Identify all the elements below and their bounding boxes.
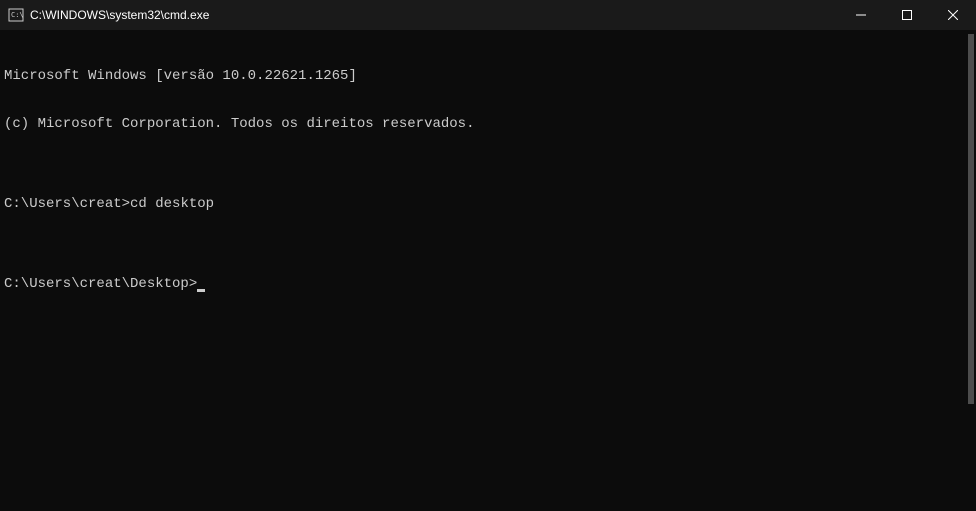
vertical-scrollbar[interactable] [968, 34, 974, 404]
terminal-prompt: C:\Users\creat\Desktop> [4, 276, 197, 292]
maximize-button[interactable] [884, 0, 930, 30]
cursor [197, 289, 205, 292]
terminal-prompt-line: C:\Users\creat>cd desktop [4, 196, 972, 212]
close-button[interactable] [930, 0, 976, 30]
window-title: C:\WINDOWS\system32\cmd.exe [30, 8, 209, 22]
window-controls [838, 0, 976, 30]
minimize-button[interactable] [838, 0, 884, 30]
terminal-line: Microsoft Windows [versão 10.0.22621.126… [4, 68, 972, 84]
svg-text:C:\: C:\ [11, 11, 24, 19]
terminal-output[interactable]: Microsoft Windows [versão 10.0.22621.126… [0, 30, 976, 511]
cmd-icon: C:\ [8, 7, 24, 23]
terminal-prompt: C:\Users\creat> [4, 196, 130, 212]
terminal-current-line: C:\Users\creat\Desktop> [4, 276, 972, 292]
terminal-line: (c) Microsoft Corporation. Todos os dire… [4, 116, 972, 132]
terminal-command: cd desktop [130, 196, 214, 212]
titlebar-left: C:\ C:\WINDOWS\system32\cmd.exe [0, 7, 209, 23]
window-titlebar: C:\ C:\WINDOWS\system32\cmd.exe [0, 0, 976, 30]
